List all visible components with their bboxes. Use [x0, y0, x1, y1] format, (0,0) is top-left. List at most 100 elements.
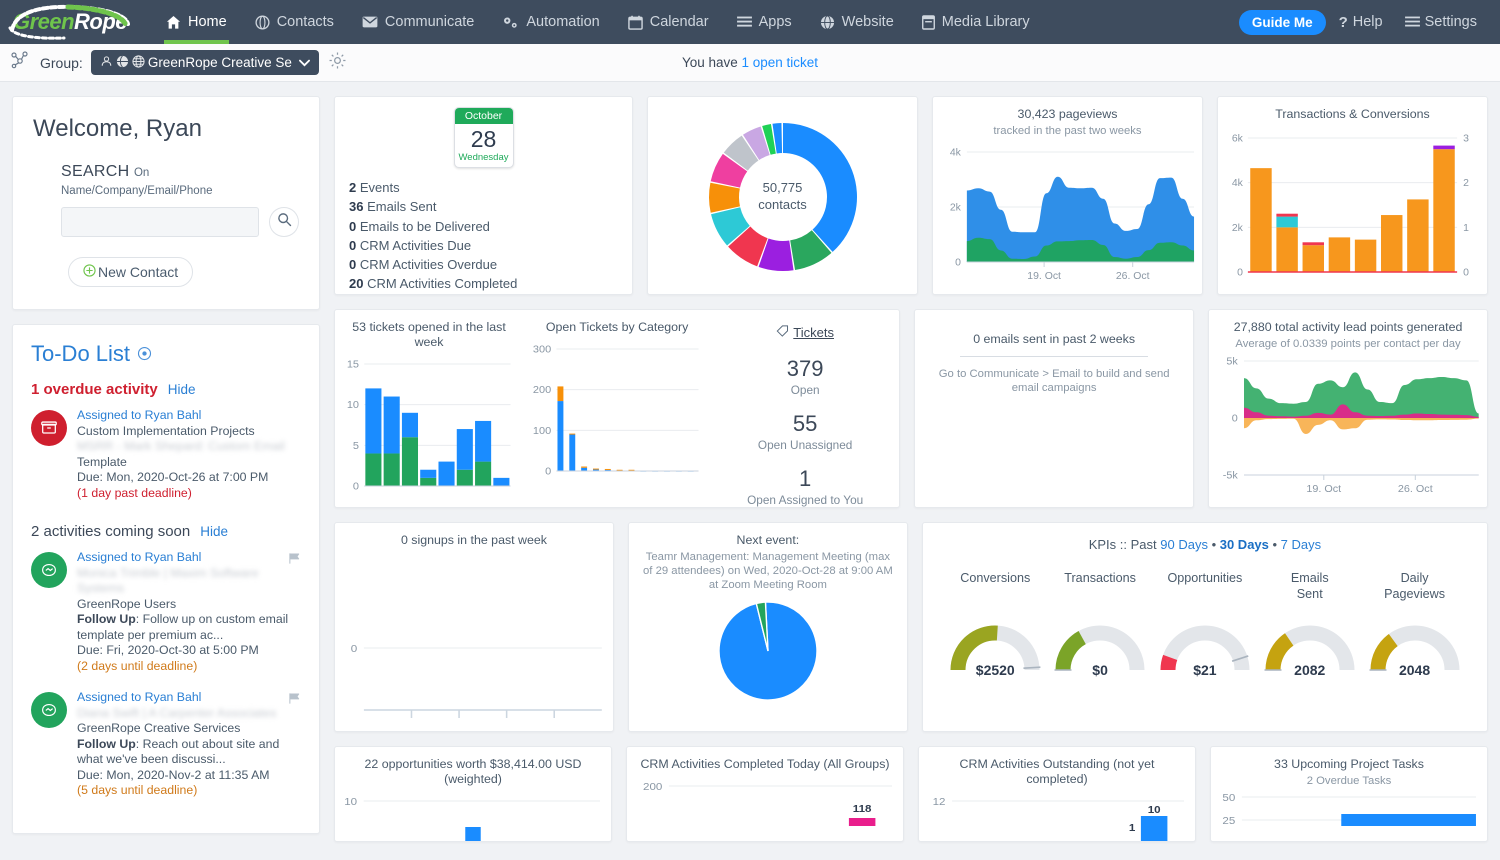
kpi-item-daily-pageviews[interactable]: Daily Pageviews 2048 [1362, 570, 1467, 678]
todo-contact: Diana Swift | A Carpenter Associates [77, 705, 277, 720]
group-name: GreenRope Creative Se [147, 55, 292, 70]
nav-item-contacts[interactable]: Contacts [241, 0, 348, 44]
nav-item-help[interactable]: ? Help [1330, 0, 1392, 44]
nav-item-home[interactable]: Home [152, 0, 241, 44]
signups-title: 0 signups in the past week [400, 533, 547, 547]
signups-card[interactable]: 0 signups in the past week 0 [334, 522, 614, 732]
guide-me-button[interactable]: Guide Me [1238, 9, 1326, 35]
nav-item-home-label: Home [188, 14, 227, 30]
todo-contact: MSRR - Mark Shepard: Custom Email [77, 439, 285, 453]
kpi-label: Daily Pageviews [1384, 571, 1446, 601]
todo-soon-item[interactable]: Assigned to Ryan Bahl Monica Trimble | M… [31, 550, 301, 674]
new-contact-button[interactable]: New Contact [68, 257, 194, 287]
group-bar: Group: GreenRope Creative Se You have 1 … [0, 44, 1500, 82]
pageviews-card[interactable]: 30,423 pageviews tracked in the past two… [932, 96, 1203, 295]
crm-outstanding-card[interactable]: CRM Activities Outstanding (not yet comp… [918, 746, 1196, 842]
todo-overdue-hide-link[interactable]: Hide [168, 382, 196, 397]
hamburger-icon [1404, 16, 1420, 29]
opportunities-card[interactable]: 22 opportunities worth $38,414.00 USD (w… [334, 746, 612, 842]
transactions-bar-chart: 0 0 2k 1 4k 2 6k 3 [1232, 133, 1469, 278]
gauge: $21 [1153, 620, 1257, 678]
emails-empty-title: 0 emails sent in past 2 weeks [973, 332, 1136, 346]
media-icon [921, 14, 935, 30]
kpi-item-emails-sent[interactable]: Emails Sent 2082 [1257, 570, 1362, 678]
todo-soon-item[interactable]: Assigned to Ryan Bahl Diana Swift | A Ca… [31, 690, 301, 799]
project-tasks-card[interactable]: 33 Upcoming Project Tasks 2 Overdue Task… [1210, 746, 1488, 842]
brand-text-green: Green [12, 9, 75, 34]
contacts-count: 50,775 [762, 179, 803, 195]
brand-text: GreenRope [12, 9, 128, 35]
crm-completed-card[interactable]: CRM Activities Completed Today (All Grou… [626, 746, 904, 842]
contacts-donut-card[interactable]: 50,775 contacts [647, 96, 918, 295]
greenrope-logo[interactable]: GreenRope [0, 0, 140, 44]
flag-icon[interactable] [288, 552, 301, 570]
project-tasks-title: 33 Upcoming Project Tasks [1274, 757, 1424, 771]
next-event-card[interactable]: Next event: Teamr Management: Management… [627, 522, 908, 732]
todo-add-icon[interactable] [137, 341, 152, 367]
todo-assigned: Assigned to Ryan Bahl [77, 690, 202, 704]
todo-overdue-item[interactable]: Assigned to Ryan Bahl Custom Implementat… [31, 408, 301, 501]
opportunities-bar-chart: 10 [344, 796, 600, 841]
svg-text:50: 50 [1222, 792, 1235, 803]
kpi-header: KPIs :: Past 90 Days • 30 Days • 7 Days [923, 523, 1487, 552]
widget-row-1: October 28 Wednesday 2 Events 36 Emails … [334, 96, 1488, 295]
todo-deadline: (5 days until deadline) [77, 783, 198, 797]
kpi-range-30[interactable]: 30 Days [1220, 537, 1269, 552]
flag-icon[interactable] [288, 692, 301, 710]
handshake-icon [42, 563, 56, 577]
tickets-unassigned-label: Open Unassigned [757, 438, 853, 452]
todo-list-title: To-Do List [31, 341, 131, 366]
group-settings-gear-icon[interactable] [328, 51, 347, 75]
today-stat: 20 CRM Activities Completed [349, 274, 618, 293]
network-icon[interactable] [10, 50, 30, 75]
nav-item-calendar[interactable]: Calendar [614, 0, 723, 44]
search-icon [277, 212, 292, 232]
kpi-card: KPIs :: Past 90 Days • 30 Days • 7 Days … [921, 522, 1489, 732]
nav-item-media-library[interactable]: Media Library [908, 0, 1044, 44]
kpi-label: Transactions [1064, 571, 1136, 585]
kpi-item-transactions[interactable]: Transactions $0 [1048, 570, 1153, 678]
widget-row-3: 0 signups in the past week 0 Next event:… [334, 522, 1489, 732]
kpi-range-7[interactable]: 7 Days [1281, 537, 1321, 552]
todo-soon-hide-link[interactable]: Hide [200, 524, 228, 539]
tickets-assigned-count: 1 [799, 466, 812, 491]
contacts-icon [255, 14, 270, 30]
todo-overdue-header: 1 overdue activity Hide [31, 381, 301, 398]
tickets-summary-section: Tickets 379 Open 55 Open Unassigned 1 Op… [711, 310, 899, 508]
lead-points-card[interactable]: 27,880 total activity lead points genera… [1208, 309, 1489, 508]
tickets-category-title: Open Tickets by Category [545, 320, 689, 334]
nav-item-apps[interactable]: Apps [723, 0, 806, 44]
emails-empty-card[interactable]: 0 emails sent in past 2 weeks Go to Comm… [914, 309, 1195, 508]
tickets-link[interactable]: Tickets [776, 324, 834, 340]
kpi-value: $0 [1092, 662, 1108, 678]
nav-item-settings[interactable]: Settings [1396, 0, 1486, 44]
calendar-day: 28 [470, 126, 497, 152]
kpi-label: Emails Sent [1290, 571, 1329, 601]
kpi-value: 2082 [1294, 662, 1326, 678]
todo-due: Due: Fri, 2020-Oct-30 at 5:00 PM [77, 643, 259, 657]
transactions-conversions-card[interactable]: Transactions & Conversions 0 0 2k 1 4k 2 6k 3 [1217, 96, 1488, 295]
nav-item-contacts-label: Contacts [276, 14, 334, 30]
svg-text:10: 10 [1148, 804, 1161, 815]
nav-item-automation[interactable]: Automation [488, 0, 613, 44]
kpi-range-90[interactable]: 90 Days [1160, 537, 1208, 552]
open-ticket-link[interactable]: 1 open ticket [742, 55, 819, 70]
today-stat: 36 Emails Sent [349, 197, 618, 216]
search-button[interactable] [269, 207, 299, 237]
nav-item-website[interactable]: Website [806, 0, 908, 44]
new-contact-label: New Contact [98, 264, 179, 280]
group-selector[interactable]: GreenRope Creative Se [90, 50, 319, 75]
today-stat-label: Emails to be Delivered [356, 218, 490, 234]
apps-icon [736, 16, 752, 29]
tickets-charts-card[interactable]: 53 tickets opened in the last week 0 5 10 1… [334, 309, 901, 508]
kpi-item-opportunities[interactable]: Opportunities $21 [1153, 570, 1258, 678]
todo-item-body: Assigned to Ryan Bahl Diana Swift | A Ca… [77, 690, 301, 799]
search-input[interactable] [61, 207, 260, 237]
pageviews-area-chart: 0 2k 4k 19. Oct 26. Oct [950, 147, 1195, 282]
opportunities-title: 22 opportunities worth $38,414.00 USD (w… [364, 757, 582, 786]
svg-text:26. Oct: 26. Oct [1116, 271, 1150, 282]
nav-item-communicate[interactable]: Communicate [348, 0, 488, 44]
tickets-opened-title: 53 tickets opened in the last week [352, 320, 506, 349]
tickets-assigned-label: Open Assigned to You [747, 493, 864, 507]
kpi-item-conversions[interactable]: Conversions $2520 [943, 570, 1048, 678]
